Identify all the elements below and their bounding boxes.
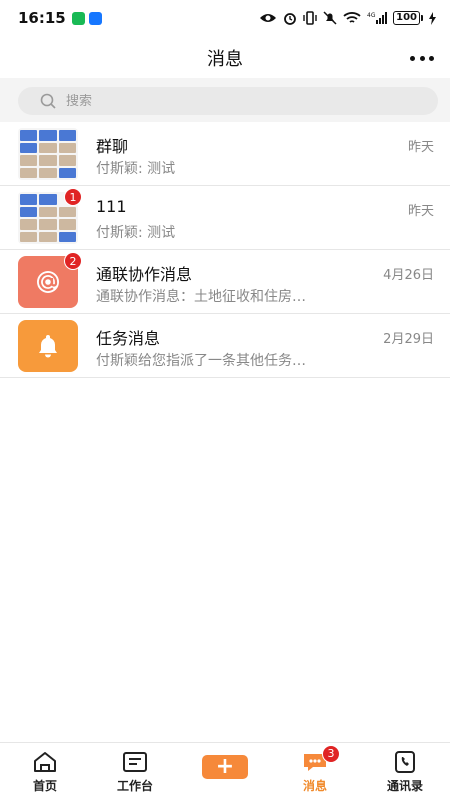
- conversation-preview: 付斯颖给您指派了一条其他任务…: [96, 353, 306, 369]
- status-bar: 16:15 4G 100: [0, 0, 450, 36]
- nav-messages[interactable]: 3 消息: [270, 743, 360, 800]
- conversation-preview: 付斯颖: 测试: [96, 225, 176, 241]
- plus-icon: +: [215, 754, 235, 779]
- bell-icon: [39, 335, 57, 358]
- conversation-item[interactable]: 群聊 付斯颖: 测试 昨天: [0, 122, 450, 186]
- unread-badge: 2: [64, 252, 82, 270]
- header: 消息: [0, 36, 450, 80]
- at-sign-icon: [37, 271, 59, 293]
- conversation-item[interactable]: 1 111 付斯颖: 测试 昨天: [0, 186, 450, 250]
- eye-icon: [260, 14, 277, 22]
- search-input[interactable]: [66, 93, 366, 109]
- nav-messages-label: 消息: [302, 779, 327, 793]
- conversation-name: 任务消息: [96, 329, 161, 348]
- bottom-nav: 首页 工作台 + 3 消息 通讯录: [0, 742, 450, 800]
- mute-icon: [323, 11, 337, 25]
- search-bar: [0, 78, 450, 122]
- nav-home[interactable]: 首页: [0, 743, 90, 800]
- wifi-icon: [343, 12, 361, 23]
- battery-icon: 100: [393, 11, 423, 25]
- search-box[interactable]: [18, 87, 438, 115]
- conversation-item[interactable]: 任务消息 付斯颖给您指派了一条其他任务… 2月29日: [0, 314, 450, 378]
- conversation-time: 4月26日: [383, 268, 434, 283]
- conversation-name: 群聊: [96, 137, 129, 156]
- conversation-item[interactable]: 2 通联协作消息 通联协作消息：土地征收和住房… 4月26日: [0, 250, 450, 314]
- nav-contacts-label: 通讯录: [386, 779, 423, 793]
- alipay-icon: [88, 11, 102, 25]
- conversation-list: 群聊 付斯颖: 测试 昨天 1 111 付斯颖: 测试 昨天 2 通联协作消息 …: [0, 122, 450, 378]
- status-icons: 4G 100: [259, 11, 436, 25]
- page-title: 消息: [207, 49, 243, 70]
- charging-icon: [429, 11, 436, 25]
- group-avatar: [18, 128, 78, 180]
- nav-workbench-label: 工作台: [116, 779, 153, 793]
- unread-badge: 1: [64, 188, 82, 206]
- conversation-name: 111: [96, 197, 127, 216]
- workbench-icon: [123, 752, 147, 772]
- signal-4g-icon: 4G: [367, 12, 388, 24]
- alarm-icon: [284, 13, 297, 25]
- wechat-icon: [71, 11, 85, 25]
- conversation-time: 昨天: [407, 140, 434, 155]
- task-avatar: [18, 320, 78, 372]
- add-button[interactable]: +: [202, 755, 248, 779]
- status-time: 16:15: [18, 9, 66, 27]
- contacts-icon: [395, 751, 415, 773]
- messages-badge: 3: [322, 745, 340, 763]
- search-icon: [40, 93, 56, 109]
- home-icon: [34, 752, 56, 772]
- conversation-time: 2月29日: [383, 332, 434, 347]
- svg-text:4G: 4G: [367, 12, 376, 19]
- nav-contacts[interactable]: 通讯录: [360, 743, 450, 800]
- battery-level: 100: [393, 11, 420, 25]
- nav-add[interactable]: +: [180, 743, 270, 800]
- vibrate-icon: [303, 11, 317, 25]
- conversation-name: 通联协作消息: [96, 265, 193, 284]
- nav-home-label: 首页: [32, 779, 57, 793]
- more-options-button[interactable]: [410, 48, 434, 68]
- conversation-time: 昨天: [407, 204, 434, 219]
- more-icon: [410, 55, 415, 61]
- conversation-preview: 通联协作消息：土地征收和住房…: [96, 289, 306, 305]
- conversation-preview: 付斯颖: 测试: [96, 161, 176, 177]
- nav-workbench[interactable]: 工作台: [90, 743, 180, 800]
